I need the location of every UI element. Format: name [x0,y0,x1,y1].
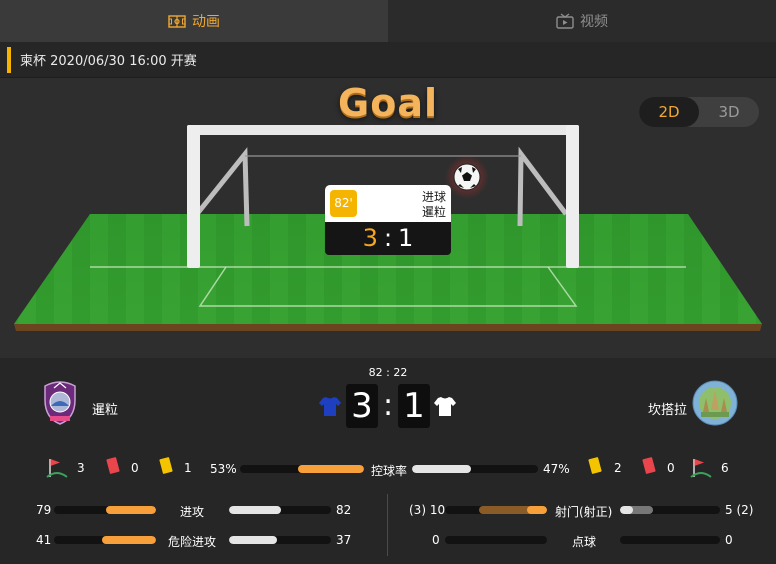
away-dangerous-attack: 37 [336,533,352,547]
away-attack: 82 [336,503,352,517]
tab-animation-label: 动画 [192,14,220,30]
tab-video-label: 视频 [580,14,608,30]
home-corners: 3 [77,461,85,475]
goal-event-popup: 82' 进球 暹粒 3:1 [325,185,451,255]
away-corners: 6 [721,461,729,475]
event-score: 3:1 [325,222,451,255]
home-shots-bar [445,506,547,514]
away-shots-on-target-fill [620,506,634,514]
away-dangerous-attack-bar [229,536,331,544]
scoreboard: 82 : 22 暹粒 3 : 1 坎搭拉 [0,358,776,448]
red-card-icon [641,457,657,479]
away-penalties-bar [620,536,720,544]
home-team-name: 暹粒 [92,403,119,418]
home-dangerous-attack-fill [102,536,156,544]
away-jersey-icon [434,395,456,421]
home-score: 3 [346,384,378,428]
yellow-card-icon [158,457,174,479]
corner-flag-icon [690,457,712,483]
pitch-edge [14,324,762,331]
home-dangerous-attack-bar [54,536,156,544]
goal-left-post [187,125,200,268]
home-jersey-icon [319,395,341,421]
home-attack-bar [54,506,156,514]
penalties-label: 点球 [572,535,597,549]
away-possession-bar [412,465,538,473]
home-penalties-bar [445,536,547,544]
away-score: 1 [398,384,430,428]
animation-stage: Goal 2D 3D 82' 进球 暹粒 3:1 [0,78,776,358]
attack-label: 进攻 [180,505,205,519]
shots-label: 射门(射正) [555,505,613,519]
event-score-separator: : [383,224,393,252]
home-possession-bar [240,465,364,473]
away-yellow-cards: 2 [614,461,622,475]
away-team-logo [692,380,738,426]
home-possession: 53% [210,462,237,476]
home-yellow-cards: 1 [184,461,192,475]
home-red-cards: 0 [131,461,139,475]
tab-bar: 动画 视频 [0,0,776,42]
possession-label: 控球率 [371,464,408,478]
event-team: 暹粒 [421,205,446,219]
dangerous-attack-label: 危险进攻 [168,535,217,549]
home-attack: 79 [36,503,52,517]
toggle-3d[interactable]: 3D [699,97,759,127]
tab-animation[interactable]: 动画 [0,0,388,42]
away-shots: 5 (2) [725,503,754,517]
home-team-logo [37,380,83,426]
event-away-score: 1 [398,224,414,252]
video-icon [556,13,574,29]
away-team-name: 坎搭拉 [648,403,688,418]
match-info-bar: 柬杯 2020/06/30 16:00 开赛 [0,42,776,78]
match-stats: 3 0 1 53% 控球率 47% 2 0 6 79 进攻 82 41 危险进攻… [0,448,776,564]
home-shots-on-target-fill [526,506,547,514]
away-possession-fill [412,465,472,473]
event-header: 82' 进球 暹粒 [325,185,451,222]
away-shots-bar [620,506,720,514]
score-separator: : [383,388,394,423]
match-info-text: 柬杯 2020/06/30 16:00 开赛 [20,54,197,69]
match-clock: 82 : 22 [368,366,408,379]
away-possession: 47% [543,462,570,476]
column-divider [387,494,388,556]
home-penalties: 0 [432,533,440,547]
away-penalties: 0 [725,533,733,547]
corner-flag-icon [46,457,68,483]
home-attack-fill [105,506,156,514]
away-dangerous-attack-fill [229,536,278,544]
yellow-card-icon [587,457,603,479]
event-home-score: 3 [362,224,378,252]
view-toggle: 2D 3D [639,97,759,127]
event-minute-badge: 82' [330,190,357,217]
away-red-cards: 0 [667,461,675,475]
home-shots: (3) 10 [409,503,446,517]
away-attack-fill [229,506,281,514]
accent-marker [7,46,11,73]
field-icon [168,14,186,28]
toggle-2d[interactable]: 2D [639,97,699,127]
red-card-icon [105,457,121,479]
goal-crossbar [187,125,579,135]
home-possession-fill [298,465,364,473]
home-dangerous-attack: 41 [36,533,52,547]
tab-video[interactable]: 视频 [388,0,776,42]
goal-right-post [566,125,579,268]
away-attack-bar [229,506,331,514]
